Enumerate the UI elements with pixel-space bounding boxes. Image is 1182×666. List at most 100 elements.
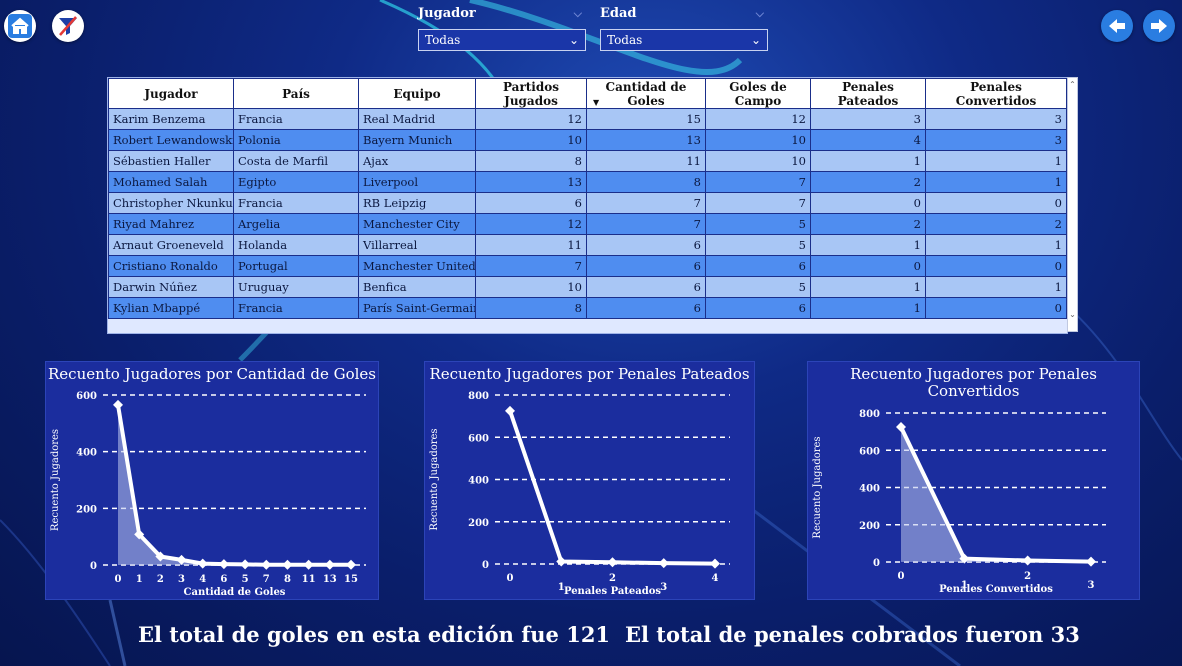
table-row[interactable]: Sébastien Haller Costa de Marfil Ajax 8 11 10… <box>108 150 1067 172</box>
slicer-edad-value: Todas <box>607 33 643 47</box>
table-cell: 10 <box>705 150 811 172</box>
table-cell: Argelia <box>233 213 359 235</box>
table-row[interactable]: Mohamed Salah Egipto Liverpool 13 8 7 2 1 <box>108 171 1067 193</box>
players-table: Jugador País Equipo Partidos Jugados Can… <box>107 77 1068 334</box>
x-axis-label: Penales Pateados <box>564 586 661 597</box>
home-icon <box>8 14 32 38</box>
table-cell: 13 <box>475 171 587 193</box>
back-button[interactable] <box>1101 10 1133 42</box>
table-cell: Costa de Marfil <box>233 150 359 172</box>
table-cell: 7 <box>705 171 811 193</box>
slicer-jugador: Jugador ⌵ Todas ⌄ <box>418 4 586 51</box>
table-cell: Manchester City <box>358 213 476 235</box>
column-header-penales-convertidos[interactable]: Penales Convertidos <box>925 78 1067 109</box>
column-header-partidos[interactable]: Partidos Jugados <box>475 78 587 109</box>
chevron-down-icon: ⌵ <box>755 7 764 20</box>
table-cell: Real Madrid <box>358 108 476 130</box>
total-goals-text: El total de goles en esta edición fue 12… <box>138 622 611 647</box>
table-cell: 7 <box>586 213 706 235</box>
data-point <box>113 399 123 410</box>
x-tick-label: 0 <box>507 573 514 584</box>
table-cell: Egipto <box>233 171 359 193</box>
table-cell: 11 <box>586 150 706 172</box>
table-cell: Robert Lewandowski <box>108 129 234 151</box>
x-tick-label: 5 <box>242 574 249 585</box>
series-line <box>508 410 716 566</box>
clear-filters-button[interactable] <box>52 10 84 42</box>
table-cell: 0 <box>925 297 1067 319</box>
series-area <box>118 404 351 565</box>
slicer-edad: Edad ⌵ Todas ⌄ <box>600 4 768 51</box>
table-cell: 10 <box>475 276 587 298</box>
y-tick-label: 200 <box>76 504 97 515</box>
table-cell: 0 <box>925 192 1067 214</box>
table-scrollbar[interactable]: ⌃ ⌄ <box>1067 77 1078 332</box>
forward-button[interactable] <box>1143 10 1175 42</box>
slicer-jugador-dropdown[interactable]: Todas ⌄ <box>418 29 586 51</box>
y-tick-label: 0 <box>873 558 880 569</box>
table-cell: 13 <box>586 129 706 151</box>
chart-title: Recuento Jugadores por Penales Pateados <box>429 365 749 383</box>
y-tick-label: 600 <box>468 433 489 444</box>
y-tick-label: 400 <box>468 476 489 487</box>
table-cell: Francia <box>233 297 359 319</box>
arrow-right-icon <box>1151 19 1167 33</box>
y-tick-label: 600 <box>859 446 880 457</box>
data-point <box>505 405 515 416</box>
table-cell: Cristiano Ronaldo <box>108 255 234 277</box>
table-cell: Polonia <box>233 129 359 151</box>
table-cell: 2 <box>810 213 926 235</box>
series-area <box>901 426 1091 562</box>
table-cell: 0 <box>810 192 926 214</box>
slicer-jugador-header[interactable]: Jugador ⌵ <box>418 4 586 24</box>
table-row[interactable]: Karim Benzema Francia Real Madrid 12 15 12 3 3 <box>108 108 1067 130</box>
y-tick-label: 400 <box>859 484 880 495</box>
table-cell: 1 <box>925 276 1067 298</box>
table-row[interactable]: Darwin Núñez Uruguay Benfica 10 6 5 1 1 <box>108 276 1067 298</box>
x-tick-label: 7 <box>263 574 270 585</box>
table-row[interactable]: Kylian Mbappé Francia París Saint-Germain 8… <box>108 297 1067 319</box>
table-row[interactable]: Robert Lewandowski Polonia Bayern Munich 10… <box>108 129 1067 151</box>
table-cell: 11 <box>475 234 587 256</box>
chevron-down-icon: ⌄ <box>568 33 579 47</box>
column-header-goles[interactable]: Cantidad de Goles ▼ <box>586 78 706 109</box>
table-cell: Bayern Munich <box>358 129 476 151</box>
home-button[interactable] <box>4 10 36 42</box>
table-row[interactable]: Cristiano Ronaldo Portugal Manchester Unit… <box>108 255 1067 277</box>
column-header-equipo[interactable]: Equipo <box>358 78 476 109</box>
column-header-goles-campo[interactable]: Goles de Campo <box>705 78 811 109</box>
column-header-jugador[interactable]: Jugador <box>108 78 234 109</box>
table-cell: Sébastien Haller <box>108 150 234 172</box>
slicer-jugador-title: Jugador <box>418 6 476 21</box>
table-cell: 2 <box>925 213 1067 235</box>
table-cell: 12 <box>475 213 587 235</box>
x-axis-label: Penales Convertidos <box>939 584 1053 595</box>
table-cell: 4 <box>810 129 926 151</box>
table-cell: 10 <box>705 129 811 151</box>
table-cell: Darwin Núñez <box>108 276 234 298</box>
table-row[interactable]: Riyad Mahrez Argelia Manchester City 12 7 5 2 2 <box>108 213 1067 235</box>
table-row[interactable]: Christopher Nkunku Francia RB Leipzig 6 7 7 0 0 <box>108 192 1067 214</box>
data-point <box>240 559 251 570</box>
scroll-up-icon[interactable]: ⌃ <box>1068 80 1077 89</box>
table-cell: 6 <box>705 297 811 319</box>
column-header-pais[interactable]: País <box>233 78 359 109</box>
table-cell: 6 <box>586 255 706 277</box>
x-tick-label: 2 <box>157 574 164 585</box>
x-tick-label: 3 <box>1088 580 1095 591</box>
chart-penales-pateados: Recuento Jugadores por Penales Pateados 0… <box>424 361 755 600</box>
table-cell: Ajax <box>358 150 476 172</box>
table-cell: Mohamed Salah <box>108 171 234 193</box>
slicer-edad-dropdown[interactable]: Todas ⌄ <box>600 29 768 51</box>
data-point <box>303 559 314 570</box>
table-cell: 6 <box>586 234 706 256</box>
column-header-penales-pateados[interactable]: Penales Pateados <box>810 78 926 109</box>
y-axis-label: Recuento Jugadores <box>429 428 440 530</box>
slicer-edad-header[interactable]: Edad ⌵ <box>600 4 768 24</box>
data-point <box>710 558 720 569</box>
scroll-down-icon[interactable]: ⌄ <box>1068 310 1077 319</box>
table-row[interactable]: Arnaut Groeneveld Holanda Villarreal 11 6 5 1 1 <box>108 234 1067 256</box>
chart-penales-pateados-svg: Recuento Jugadores por Penales Pateados 0… <box>429 365 750 597</box>
table-cell: 8 <box>475 297 587 319</box>
chart-title: Convertidos <box>928 382 1020 400</box>
